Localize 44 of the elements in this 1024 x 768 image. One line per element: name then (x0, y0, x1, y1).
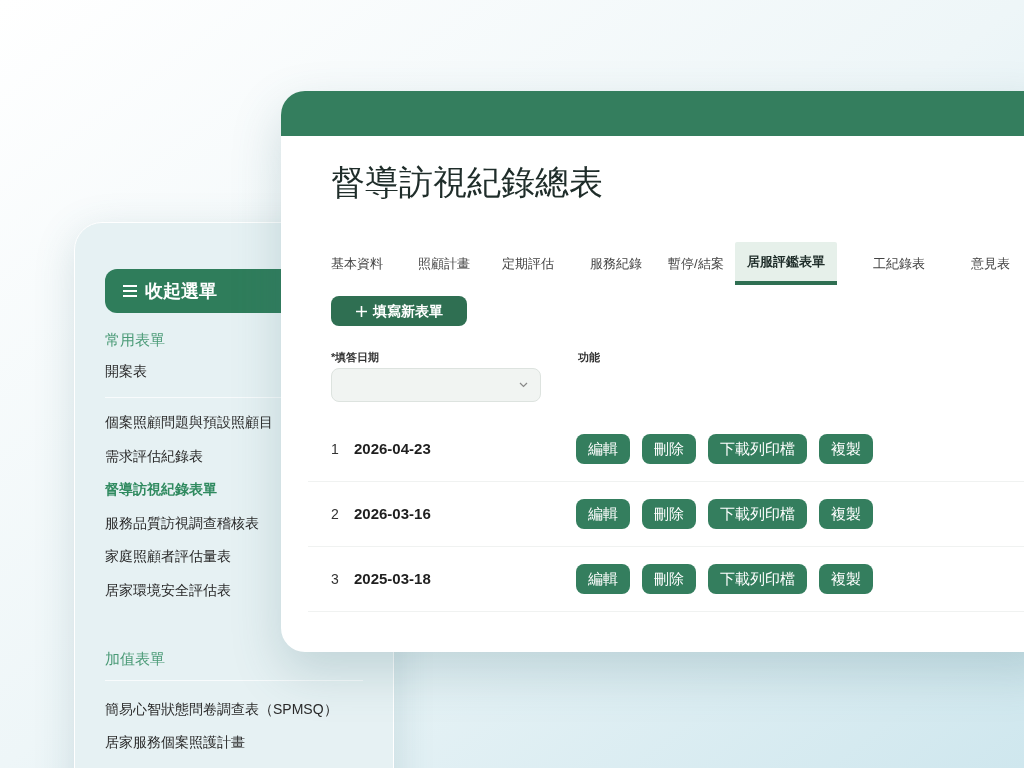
action-button[interactable]: 複製 (819, 434, 873, 464)
tab[interactable]: 服務紀錄 (590, 242, 642, 285)
date-select[interactable] (331, 368, 541, 402)
action-button[interactable]: 複製 (819, 499, 873, 529)
action-button[interactable]: 複製 (819, 564, 873, 594)
plus-icon (355, 305, 367, 317)
tab[interactable]: 照顧計畫 (418, 242, 470, 285)
menu-item[interactable]: 個案照顧問題與預設照顧目 (105, 412, 273, 434)
tab[interactable]: 工紀錄表 (873, 242, 925, 285)
action-button[interactable]: 編輯 (576, 434, 630, 464)
date-label: *填答日期 (331, 350, 381, 364)
section-title: 加值表單 (105, 648, 166, 669)
record-date: 2026-04-23 (354, 438, 432, 459)
action-button[interactable]: 下載列印檔 (708, 564, 807, 594)
section-title: 常用表單 (105, 330, 166, 350)
action-button[interactable]: 下載列印檔 (708, 434, 807, 464)
record-date: 2026-03-16 (354, 503, 432, 524)
row-number: 1 (331, 439, 340, 459)
actions-label: 功能 (578, 350, 600, 364)
new-form-button[interactable]: 填寫新表單 (331, 296, 467, 326)
action-button[interactable]: 下載列印檔 (708, 499, 807, 529)
tab[interactable]: 居服評鑑表單 (735, 242, 837, 285)
tab[interactable]: 意見表 (971, 242, 1010, 285)
menu-item[interactable]: 開案表 (105, 361, 147, 383)
row-number: 3 (331, 569, 340, 589)
menu-icon (123, 285, 137, 297)
action-button[interactable]: 編輯 (576, 499, 630, 529)
action-button[interactable]: 刪除 (642, 434, 696, 464)
row-number: 2 (331, 504, 340, 524)
action-button[interactable]: 刪除 (642, 564, 696, 594)
record-date: 2025-03-18 (354, 568, 432, 589)
menu-item[interactable]: 督導訪視紀錄表單 (105, 479, 217, 501)
tab[interactable]: 定期評估 (502, 242, 554, 285)
page-title: 督導訪視紀錄總表 (331, 162, 604, 203)
menu-item[interactable]: 家庭照顧者評估量表 (105, 546, 231, 568)
menu-item[interactable]: 服務品質訪視調查稽核表 (105, 512, 259, 535)
menu-item[interactable]: 居家環境安全評估表 (105, 579, 231, 602)
menu-item[interactable]: 簡易心智狀態問卷調查表（SPMSQ） (105, 698, 338, 721)
chevron-down-icon (519, 382, 528, 388)
action-button[interactable]: 編輯 (576, 564, 630, 594)
menu-item[interactable]: 需求評估紀錄表 (105, 445, 203, 468)
action-button[interactable]: 刪除 (642, 499, 696, 529)
tab[interactable]: 暫停/結案 (668, 242, 724, 285)
menu-item[interactable]: 居家服務個案照護計畫 (105, 732, 245, 754)
